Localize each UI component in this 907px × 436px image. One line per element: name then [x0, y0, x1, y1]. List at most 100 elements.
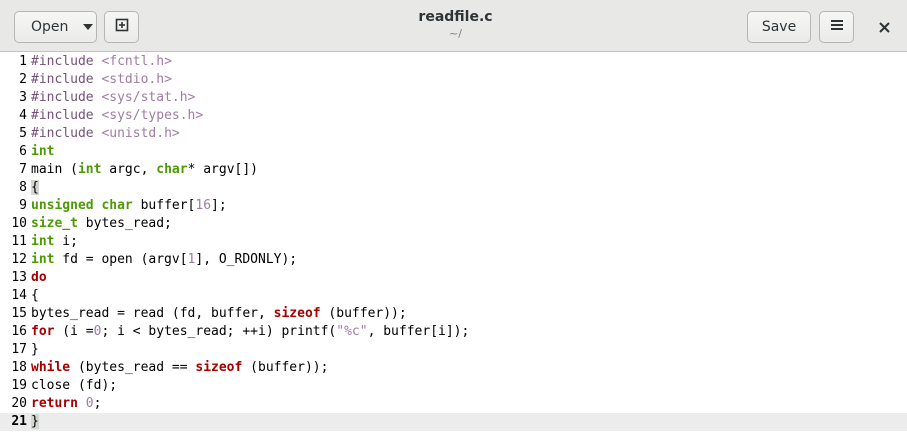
code-line[interactable]: 3 #include <sys/stat.h> — [0, 89, 907, 107]
line-number: 1 — [19, 54, 27, 69]
line-number: 9 — [19, 198, 27, 213]
code-token: ]; — [211, 198, 227, 213]
window-title-area: readfile.c ~/ — [300, 9, 611, 40]
line-number: 7 — [19, 162, 27, 177]
open-button[interactable]: Open — [14, 11, 97, 43]
line-number: 4 — [19, 108, 27, 123]
line-number: 16 — [11, 324, 27, 339]
code-text: { — [31, 287, 39, 305]
line-number: 5 — [19, 126, 27, 141]
code-token: <fcntl.h> — [101, 54, 172, 69]
line-number: 3 — [19, 90, 27, 105]
code-text: do — [31, 269, 47, 287]
code-token: buffer[ — [132, 198, 196, 213]
code-token: int — [31, 252, 55, 267]
code-line[interactable]: 17} — [0, 341, 907, 359]
code-text: } — [31, 341, 39, 359]
code-text: #include <fcntl.h> — [31, 53, 172, 71]
close-icon — [878, 18, 890, 37]
menu-button[interactable] — [819, 11, 854, 43]
code-text: { — [31, 179, 39, 197]
code-token: 16 — [195, 198, 212, 213]
code-line[interactable]: 14 { — [0, 287, 907, 305]
code-token: { — [31, 180, 39, 195]
code-token: <sys/stat.h> — [101, 90, 196, 105]
window-subtitle: ~/ — [449, 27, 462, 40]
code-line[interactable]: 4 #include <sys/types.h> — [0, 107, 907, 125]
code-token: ], O_RDONLY); — [195, 252, 298, 267]
code-token: #include — [31, 108, 102, 123]
code-line[interactable]: 10 size_t bytes_read; — [0, 215, 907, 233]
line-number: 13 — [11, 270, 27, 285]
code-text: return 0; — [31, 395, 101, 413]
code-token: "%c" — [336, 324, 368, 339]
code-token: (bytes_read == — [70, 360, 196, 375]
code-token: #include — [31, 72, 102, 87]
line-number: 2 — [19, 72, 27, 87]
code-token: argc, — [101, 162, 157, 177]
code-text: } — [31, 413, 39, 431]
new-document-icon — [115, 18, 129, 36]
header-bar: Open readfile.c ~/ Save — [0, 0, 907, 52]
code-token: <sys/types.h> — [101, 108, 204, 123]
code-line[interactable]: 18 while (bytes_read == sizeof (buffer)); — [0, 359, 907, 377]
code-line[interactable]: 6 int — [0, 143, 907, 161]
window-title: readfile.c — [418, 9, 493, 25]
code-text: int — [31, 143, 54, 161]
code-text: #include <stdio.h> — [31, 71, 172, 89]
code-token: <stdio.h> — [101, 72, 172, 87]
code-token: char — [101, 198, 133, 213]
code-token: { — [31, 288, 39, 303]
code-token: #include — [31, 126, 102, 141]
code-token: main ( — [31, 162, 78, 177]
code-line[interactable]: 15 bytes_read = read (fd, buffer, sizeof … — [0, 305, 907, 323]
code-editor[interactable]: 1 #include <fcntl.h> 2 #include <stdio.h> 3 #… — [0, 52, 907, 436]
code-token: fd = open (argv[ — [54, 252, 188, 267]
code-line[interactable]: 11 int i; — [0, 233, 907, 251]
code-text: bytes_read = read (fd, buffer, sizeof (b… — [31, 305, 407, 323]
code-line[interactable]: 9 unsigned char buffer[16]; — [0, 197, 907, 215]
code-token: } — [31, 414, 39, 429]
current-code-line[interactable]: 21} — [0, 413, 907, 431]
code-token: i; — [54, 234, 78, 249]
code-line[interactable]: 16 for (i =0; i < bytes_read; ++i) printf… — [0, 323, 907, 341]
code-text: close (fd); — [31, 377, 117, 395]
line-number: 15 — [11, 306, 27, 321]
code-line[interactable]: 5 #include <unistd.h> — [0, 125, 907, 143]
code-line[interactable]: 1 #include <fcntl.h> — [0, 53, 907, 71]
code-token: sizeof — [273, 306, 321, 321]
code-token: while — [31, 360, 71, 375]
code-text: while (bytes_read == sizeof (buffer)); — [31, 359, 328, 377]
line-number: 21 — [11, 414, 27, 429]
code-line[interactable]: 8{ — [0, 179, 907, 197]
line-number: 19 — [11, 378, 27, 393]
open-button-label: Open — [31, 19, 69, 35]
code-text: int i; — [31, 233, 78, 251]
code-token: close (fd); — [31, 378, 118, 393]
code-token: } — [31, 342, 39, 357]
code-token: (buffer)); — [242, 360, 329, 375]
code-text: for (i =0; i < bytes_read; ++i) printf("… — [31, 323, 469, 341]
code-token: for — [31, 324, 55, 339]
line-number: 14 — [11, 288, 27, 303]
code-token: return — [31, 396, 78, 411]
save-button[interactable]: Save — [747, 11, 811, 43]
close-button[interactable] — [868, 11, 900, 43]
code-text: size_t bytes_read; — [31, 215, 172, 233]
code-line[interactable]: 7 main (int argc, char* argv[]) — [0, 161, 907, 179]
code-token: #include — [31, 90, 102, 105]
code-line[interactable]: 2 #include <stdio.h> — [0, 71, 907, 89]
code-line[interactable]: 12 int fd = open (argv[1], O_RDONLY); — [0, 251, 907, 269]
code-line[interactable]: 19 close (fd); — [0, 377, 907, 395]
new-document-button[interactable] — [104, 11, 139, 43]
code-text: int fd = open (argv[1], O_RDONLY); — [31, 251, 297, 269]
hamburger-menu-icon — [830, 19, 843, 35]
line-number: 8 — [19, 180, 27, 195]
code-token: sizeof — [195, 360, 243, 375]
code-token: bytes_read = read (fd, buffer, — [31, 306, 274, 321]
code-token: ; i < bytes_read; ++i) printf( — [101, 324, 337, 339]
code-line[interactable]: 13 do — [0, 269, 907, 287]
code-line[interactable]: 20 return 0; — [0, 395, 907, 413]
code-token: unsigned — [31, 198, 94, 213]
code-token: size_t — [31, 216, 78, 231]
